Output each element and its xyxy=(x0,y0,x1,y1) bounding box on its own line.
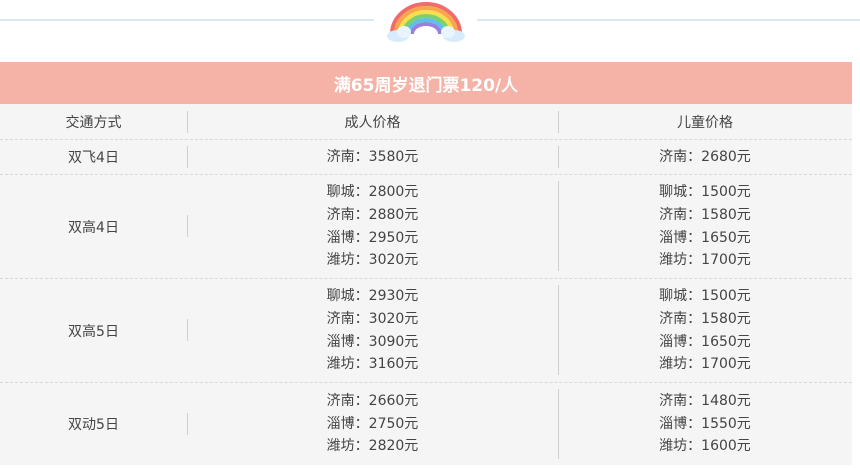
transport-mode: 双高5日 xyxy=(68,323,119,340)
transport-mode: 双飞4日 xyxy=(68,150,119,166)
price-line: 济南：2880元 xyxy=(326,206,419,223)
price-line: 潍坊：3020元 xyxy=(326,252,419,269)
child-price-cell: 济南：2680元 xyxy=(558,140,852,174)
table-row: 双飞4日 济南：3580元 济南：2680元 xyxy=(0,140,852,175)
price-line: 淄博：3090元 xyxy=(326,333,419,350)
price-line: 聊城：2800元 xyxy=(326,184,419,201)
adult-price-cell: 济南：3580元 xyxy=(187,140,558,174)
adult-price-cell: 聊城：2800元 济南：2880元 淄博：2950元 潍坊：3020元 xyxy=(187,175,558,278)
column-divider xyxy=(187,215,188,237)
child-price-cell: 聊城：1500元 济南：1580元 淄博：1650元 潍坊：1700元 xyxy=(558,279,852,382)
table-row: 双高4日 聊城：2800元 济南：2880元 淄博：2950元 潍坊：3020元… xyxy=(0,175,852,279)
adult-price-cell: 济南：2660元 淄博：2750元 潍坊：2820元 xyxy=(187,383,558,465)
table-row: 双动5日 济南：2660元 淄博：2750元 潍坊：2820元 济南：1480元… xyxy=(0,383,852,465)
price-line: 潍坊：3160元 xyxy=(326,356,419,373)
column-divider xyxy=(558,146,559,168)
child-price-cell: 济南：1480元 淄博：1550元 潍坊：1600元 xyxy=(558,383,852,465)
column-divider xyxy=(558,181,559,271)
price-line: 济南：1480元 xyxy=(659,392,751,409)
price-table: 交通方式 成人价格 儿童价格 双飞4日 济南：3580元 济南：2680元 双高… xyxy=(0,104,852,465)
header-adult-label: 成人价格 xyxy=(344,114,401,131)
price-line: 聊城：2930元 xyxy=(326,288,419,305)
header-child-price: 儿童价格 xyxy=(558,104,852,139)
price-line: 潍坊：2820元 xyxy=(326,438,419,455)
top-decoration xyxy=(0,0,860,62)
price-line: 潍坊：1700元 xyxy=(659,356,751,373)
child-price-cell: 聊城：1500元 济南：1580元 淄博：1650元 潍坊：1700元 xyxy=(558,175,852,278)
price-line: 淄博：1550元 xyxy=(659,415,751,432)
price-line: 济南：3580元 xyxy=(326,148,419,165)
column-divider xyxy=(187,413,188,435)
adult-price-cell: 聊城：2930元 济南：3020元 淄博：3090元 潍坊：3160元 xyxy=(187,279,558,382)
column-divider xyxy=(187,146,188,168)
divider-line-right xyxy=(477,19,860,21)
table-row: 双高5日 聊城：2930元 济南：3020元 淄博：3090元 潍坊：3160元… xyxy=(0,279,852,383)
table-header-row: 交通方式 成人价格 儿童价格 xyxy=(0,104,852,140)
column-divider xyxy=(558,111,559,133)
divider-line-left xyxy=(0,19,374,21)
header-adult-price: 成人价格 xyxy=(187,104,558,139)
price-line: 淄博：1650元 xyxy=(659,333,751,350)
column-divider xyxy=(187,111,188,133)
price-line: 淄博：2750元 xyxy=(326,415,419,432)
price-line: 聊城：1500元 xyxy=(659,184,751,201)
header-child-label: 儿童价格 xyxy=(677,114,733,131)
column-divider xyxy=(558,389,559,459)
price-line: 济南：1580元 xyxy=(659,206,751,223)
transport-mode: 双动5日 xyxy=(68,417,119,433)
price-line: 聊城：1500元 xyxy=(659,288,751,305)
price-line: 济南：3020元 xyxy=(326,310,419,327)
price-line: 潍坊：1600元 xyxy=(659,438,751,455)
price-line: 淄博：1650元 xyxy=(659,229,751,246)
age-discount-banner: 满65周岁退门票120/人 xyxy=(0,62,852,104)
transport-mode: 双高4日 xyxy=(68,219,119,236)
price-line: 济南：1580元 xyxy=(659,310,751,327)
header-transport: 交通方式 xyxy=(65,114,122,131)
price-line: 济南：2680元 xyxy=(659,148,751,165)
price-line: 潍坊：1700元 xyxy=(659,252,751,269)
column-divider xyxy=(558,285,559,375)
column-divider xyxy=(187,319,188,341)
price-line: 淄博：2950元 xyxy=(326,229,419,246)
price-line: 济南：2660元 xyxy=(326,392,419,409)
rainbow-icon xyxy=(387,2,465,42)
